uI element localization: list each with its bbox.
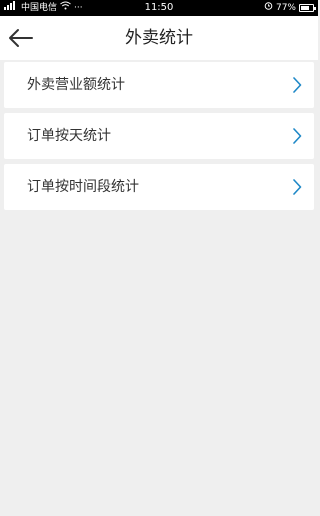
status-right: 77% [264,0,316,16]
arrow-left-icon [9,29,33,47]
back-button[interactable] [6,23,36,53]
menu-item-revenue-stats[interactable]: 外卖营业额统计 [4,62,314,108]
alarm-icon [264,0,273,16]
menu-item-label: 订单按天统计 [27,128,111,144]
battery-icon [299,4,316,12]
battery-fill [301,6,309,10]
page-title: 外卖统计 [125,28,193,48]
chevron-right-icon [293,128,302,144]
menu-item-orders-by-day[interactable]: 订单按天统计 [4,113,314,159]
menu-item-label: 订单按时间段统计 [27,179,139,195]
stats-menu: 外卖营业额统计 订单按天统计 订单按时间段统计 [4,62,314,215]
chevron-right-icon [293,179,302,195]
menu-item-label: 外卖营业额统计 [27,77,125,93]
battery-percent: 77% [275,3,296,13]
menu-item-orders-by-time-slot[interactable]: 订单按时间段统计 [4,164,314,210]
app-header: 外卖统计 [0,16,318,60]
status-bar: 中国电信 ··· 11:50 77% [0,0,318,16]
chevron-right-icon [293,77,302,93]
